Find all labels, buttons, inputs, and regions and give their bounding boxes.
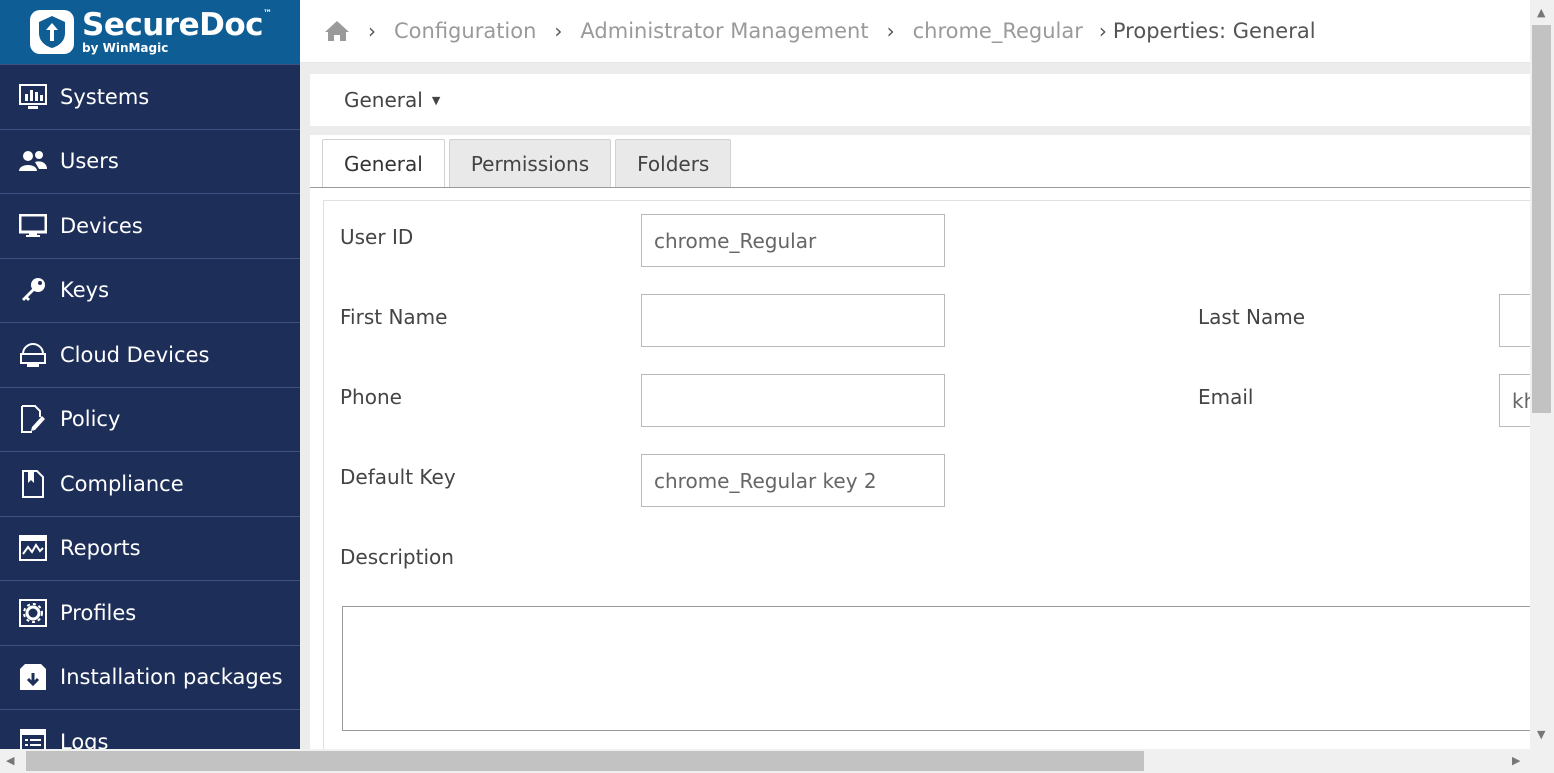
scroll-up-arrow-icon[interactable]: ▲: [1537, 6, 1545, 19]
breadcrumb-configuration[interactable]: Configuration: [394, 19, 536, 43]
sidebar-item-keys[interactable]: Keys: [0, 257, 300, 323]
sidebar-item-label: Keys: [60, 278, 110, 303]
sidebar-item-installation-packages[interactable]: Installation packages: [0, 644, 300, 710]
monitor-icon: [18, 211, 48, 241]
user-id-field[interactable]: chrome_Regular: [641, 214, 945, 267]
sidebar-item-logs[interactable]: Logs: [0, 709, 300, 749]
chevron-right-icon: ›: [1098, 19, 1107, 43]
compliance-icon: [18, 469, 48, 499]
policy-icon: [18, 404, 48, 434]
sidebar-item-users[interactable]: Users: [0, 128, 300, 194]
description-label: Description: [340, 545, 454, 569]
sidebar-item-label: Systems: [60, 84, 150, 109]
sidebar-item-policy[interactable]: Policy: [0, 386, 300, 452]
brand-sub: by WinMagic: [82, 41, 169, 55]
chevron-right-icon: ›: [554, 19, 563, 43]
sidebar-item-label: Devices: [60, 213, 143, 238]
sidebar-item-label: Compliance: [60, 471, 184, 496]
sidebar-item-reports[interactable]: Reports: [0, 515, 300, 581]
sidebar-item-compliance[interactable]: Compliance: [0, 451, 300, 516]
first-name-label: First Name: [340, 305, 448, 329]
phone-label: Phone: [340, 385, 402, 409]
scroll-right-arrow-icon[interactable]: ▶: [1512, 754, 1520, 767]
home-icon[interactable]: [324, 20, 350, 42]
main-content: General ▼ General Permissions Folders Us…: [300, 63, 1542, 760]
sidebar-item-devices[interactable]: Devices: [0, 193, 300, 258]
brand-tm: ™: [263, 9, 272, 19]
first-name-field[interactable]: [641, 294, 945, 347]
chevron-right-icon: ›: [886, 19, 895, 43]
sidebar-item-label: Users: [60, 149, 119, 174]
tab-divider: [310, 187, 1530, 188]
default-key-label: Default Key: [340, 465, 456, 489]
description-textarea[interactable]: [342, 606, 1542, 731]
general-form: User ID chrome_Regular First Name Last N…: [323, 200, 1542, 760]
caret-down-icon: ▼: [431, 93, 441, 107]
key-icon: [18, 275, 48, 305]
breadcrumb-administrator-management[interactable]: Administrator Management: [580, 19, 868, 43]
horizontal-scroll-thumb[interactable]: [26, 751, 1144, 771]
horizontal-scrollbar[interactable]: ◀ ▶: [0, 749, 1554, 773]
sidebar-item-label: Policy: [60, 407, 121, 432]
users-icon: [18, 146, 48, 176]
breadcrumb-user[interactable]: chrome_Regular: [913, 19, 1083, 43]
email-label: Email: [1198, 385, 1254, 409]
sidebar-item-label: Reports: [60, 536, 141, 561]
sidebar-item-systems[interactable]: Systems: [0, 64, 300, 129]
phone-field[interactable]: [641, 374, 945, 427]
shield-logo-icon: [30, 10, 74, 54]
sidebar-item-label: Installation packages: [60, 665, 283, 690]
tab-bar: General Permissions Folders: [322, 139, 735, 188]
sidebar-item-label: Cloud Devices: [60, 342, 210, 367]
section-dropdown-label: General: [344, 88, 423, 112]
vertical-scroll-thumb[interactable]: [1532, 25, 1551, 413]
brand-name: SecureDoc: [82, 7, 264, 43]
breadcrumb-current: Properties: General: [1112, 19, 1316, 43]
section-dropdown[interactable]: General ▼: [310, 74, 1530, 126]
breadcrumb: › Configuration › Administrator Manageme…: [300, 0, 1530, 63]
sidebar-item-profiles[interactable]: Profiles: [0, 580, 300, 645]
package-icon: [18, 662, 48, 692]
profiles-icon: [18, 598, 48, 628]
user-id-label: User ID: [340, 225, 414, 249]
systems-icon: [18, 82, 48, 112]
sidebar-item-cloud-devices[interactable]: Cloud Devices: [0, 322, 300, 387]
sidebar-item-label: Logs: [60, 729, 109, 749]
securedoc-logo[interactable]: SecureDoc™ by WinMagic: [0, 0, 300, 64]
tab-folders[interactable]: Folders: [615, 139, 732, 188]
properties-panel: General Permissions Folders User ID chro…: [310, 135, 1542, 760]
tab-permissions[interactable]: Permissions: [448, 139, 612, 188]
sidebar: SecureDoc™ by WinMagic Systems Users Dev…: [0, 0, 300, 749]
cloud-device-icon: [18, 340, 48, 370]
vertical-scrollbar[interactable]: ▲ ▼: [1530, 0, 1554, 749]
tab-general[interactable]: General: [322, 139, 445, 188]
default-key-field[interactable]: chrome_Regular key 2: [641, 454, 945, 507]
reports-icon: [18, 533, 48, 563]
logs-icon: [18, 727, 48, 749]
last-name-label: Last Name: [1198, 305, 1306, 329]
scroll-down-arrow-icon[interactable]: ▼: [1537, 728, 1545, 741]
scroll-left-arrow-icon[interactable]: ◀: [6, 754, 14, 767]
sidebar-item-label: Profiles: [60, 600, 137, 625]
chevron-right-icon: ›: [368, 19, 376, 43]
